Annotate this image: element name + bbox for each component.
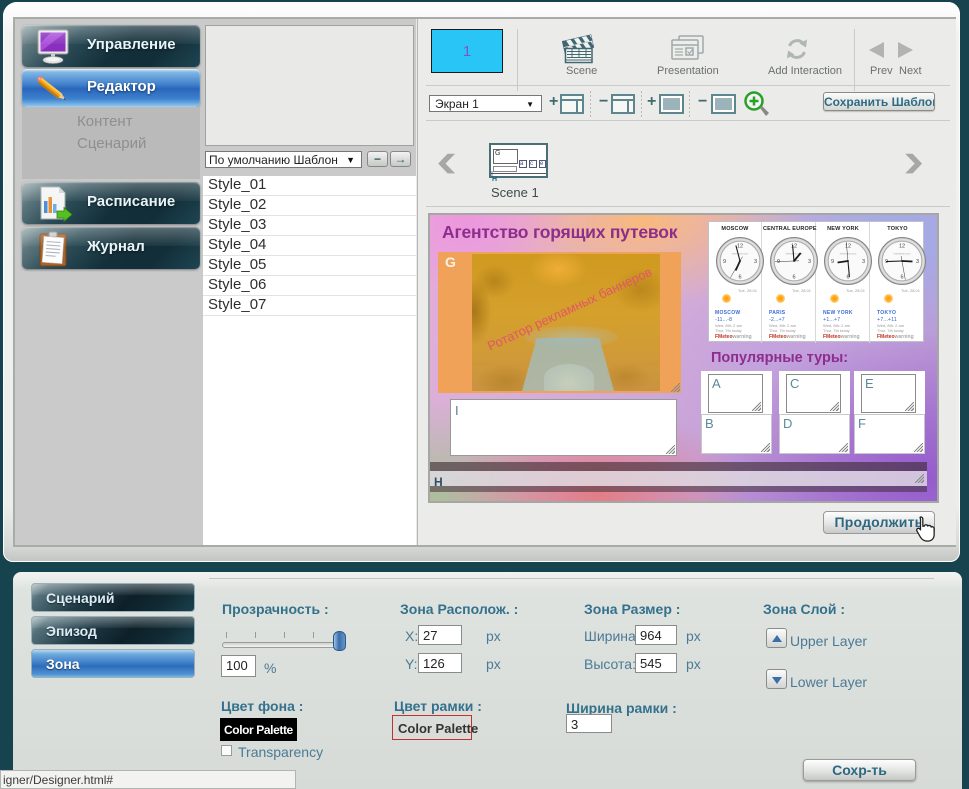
svg-text:3: 3 — [808, 259, 811, 265]
svg-text:6: 6 — [900, 275, 903, 281]
svg-text:6: 6 — [792, 275, 795, 281]
svg-text:interclock.com: interclock.com — [894, 252, 911, 256]
svg-text:12: 12 — [899, 244, 905, 250]
svg-text:12: 12 — [737, 244, 743, 250]
svg-text:interclock.com: interclock.com — [732, 252, 749, 256]
svg-text:9: 9 — [831, 259, 834, 265]
svg-text:3: 3 — [862, 259, 865, 265]
svg-text:9: 9 — [777, 259, 780, 265]
svg-text:12: 12 — [791, 244, 797, 250]
svg-text:interclock.com: interclock.com — [840, 252, 857, 256]
svg-text:6: 6 — [738, 275, 741, 281]
svg-text:12: 12 — [845, 244, 851, 250]
svg-text:3: 3 — [916, 259, 919, 265]
svg-text:3: 3 — [754, 259, 757, 265]
svg-text:9: 9 — [723, 259, 726, 265]
